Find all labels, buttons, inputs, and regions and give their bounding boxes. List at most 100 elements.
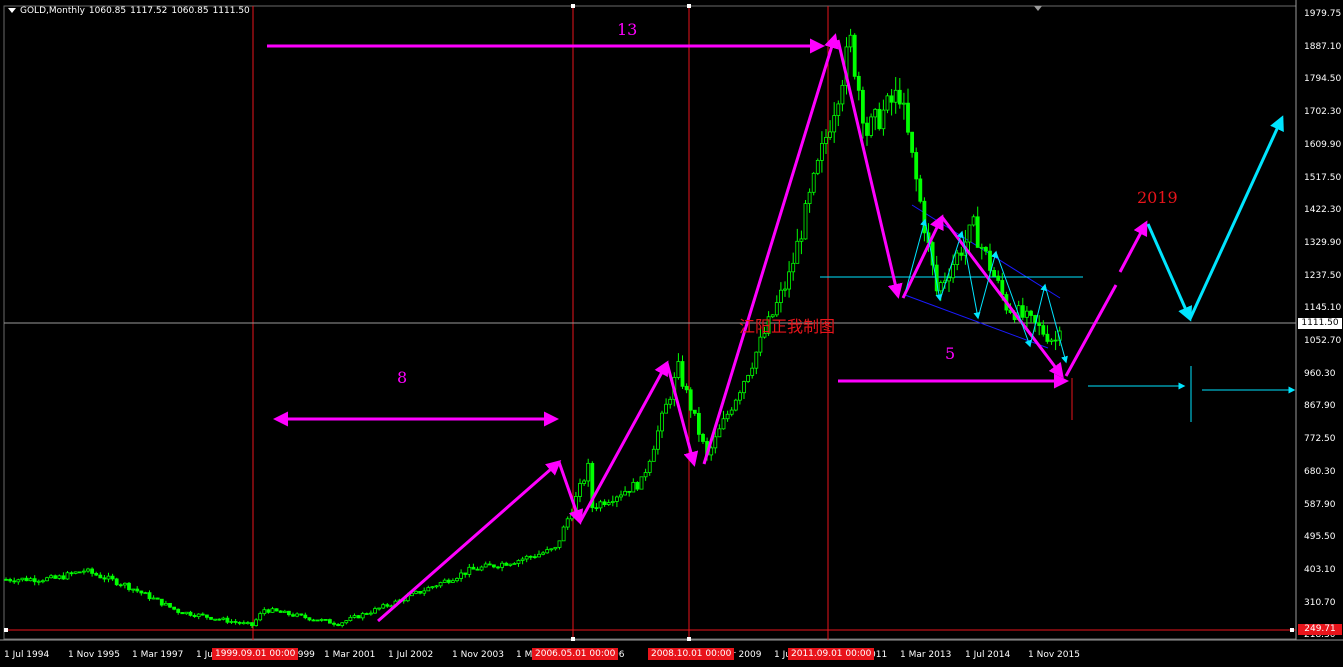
- price-axis-label: 867.90: [1304, 401, 1336, 412]
- price-axis-label: 403.10: [1304, 564, 1336, 575]
- time-axis-label: 1 Nov 2015: [1028, 650, 1080, 660]
- candle-body: [348, 616, 353, 622]
- symbol-label: GOLD,Monthly: [20, 6, 85, 16]
- candle-body: [123, 582, 127, 586]
- candle-body: [434, 585, 439, 588]
- candle-body: [491, 564, 496, 568]
- candle-body: [373, 608, 377, 614]
- candle-body: [184, 611, 189, 615]
- candle-body: [594, 507, 599, 510]
- candle-body: [717, 428, 722, 438]
- time-axis-label: 1 Mar 1997: [132, 650, 184, 660]
- candle-body: [512, 563, 517, 565]
- candle-body: [938, 282, 943, 292]
- candle-body: [516, 560, 521, 564]
- candle-body: [996, 275, 1001, 281]
- candle-body: [16, 579, 21, 583]
- time-axis-label: 1 Jul 1994: [4, 650, 50, 660]
- candle-body: [647, 460, 652, 473]
- candle-body: [86, 568, 90, 572]
- candle-body: [241, 622, 246, 625]
- candle-body: [209, 616, 213, 620]
- separator-handle[interactable]: [687, 4, 691, 8]
- candle-body: [508, 563, 513, 566]
- candle-body: [881, 109, 886, 130]
- separator-handle[interactable]: [571, 4, 575, 8]
- candle-body: [245, 622, 250, 624]
- candle-body: [250, 622, 254, 627]
- candle-body: [237, 622, 242, 624]
- wave-up-5: [702, 33, 839, 465]
- candle-body: [656, 430, 660, 450]
- separator-handle[interactable]: [687, 637, 691, 641]
- scroll-marker-icon[interactable]: [1034, 6, 1042, 11]
- time-axis-date-tag: 1999.09.01 00:00: [212, 648, 299, 660]
- candle-body: [49, 575, 53, 579]
- candle-body: [729, 409, 734, 415]
- candle-body: [824, 136, 828, 144]
- candle-body: [196, 613, 201, 618]
- candle-body: [377, 607, 382, 610]
- candle-body: [504, 562, 509, 566]
- candle-body: [98, 574, 103, 579]
- candle-body: [1041, 325, 1046, 335]
- candle-body: [988, 250, 992, 271]
- candle-body: [586, 462, 591, 482]
- price-axis-label: 1052.70: [1304, 336, 1342, 346]
- candle-body: [20, 577, 25, 581]
- price-axis-label: 960.30: [1304, 368, 1336, 379]
- candle-body: [664, 403, 668, 414]
- price-axis-label: 1422.30: [1304, 205, 1342, 216]
- dropdown-icon[interactable]: [8, 8, 16, 13]
- chart-window[interactable]: GOLD,Monthly 1060.85 1117.52 1060.85 1111.50…: [0, 0, 1343, 667]
- forecast-up-2: [1118, 220, 1148, 273]
- high-value: 1117.52: [130, 6, 168, 16]
- candle-body: [147, 592, 152, 600]
- candle-body: [155, 597, 160, 600]
- candle-body: [192, 614, 197, 618]
- candle-body: [615, 496, 619, 502]
- candle-body: [738, 392, 742, 401]
- candle-body: [959, 252, 964, 256]
- candle-body: [77, 571, 82, 574]
- candle-body: [168, 602, 172, 608]
- candle-body: [479, 566, 484, 571]
- candle-body: [90, 568, 94, 574]
- candle-body: [258, 613, 263, 621]
- price-axis-label: 1702.30: [1304, 107, 1342, 118]
- candle-body: [65, 572, 70, 580]
- candle-body: [545, 549, 550, 554]
- candle-body: [820, 143, 824, 161]
- candle-body: [455, 578, 459, 582]
- candle-body: [701, 433, 705, 442]
- candle-body: [467, 566, 472, 575]
- candle-body: [225, 617, 230, 623]
- candle-body: [172, 606, 177, 610]
- candle-body: [598, 501, 603, 509]
- price-chart[interactable]: [0, 0, 1343, 667]
- wave-down-c: [940, 216, 1064, 379]
- bottom-line-handle[interactable]: [4, 628, 8, 632]
- candle-body: [414, 590, 418, 594]
- candle-body: [41, 580, 45, 583]
- separator-handle[interactable]: [571, 637, 575, 641]
- candle-body: [475, 568, 480, 571]
- bottom-line-handle[interactable]: [1290, 628, 1294, 632]
- candle-body: [733, 399, 738, 411]
- candle-body: [1037, 322, 1042, 326]
- candle-body: [975, 216, 980, 248]
- wave-down-2: [557, 461, 584, 525]
- candle-body: [832, 115, 837, 133]
- candle-body: [135, 588, 140, 592]
- candle-body: [582, 480, 586, 484]
- candle-body: [200, 613, 205, 616]
- candle-body: [746, 375, 750, 382]
- candle-body: [188, 611, 193, 616]
- candles: [4, 28, 1062, 628]
- candle-body: [528, 555, 533, 558]
- bottom-price-tag: 249.71: [1298, 624, 1342, 635]
- candle-body: [4, 578, 8, 581]
- wave-arrows: [267, 33, 1148, 623]
- price-axis-label: 1145.10: [1304, 303, 1342, 314]
- candle-body: [204, 614, 209, 618]
